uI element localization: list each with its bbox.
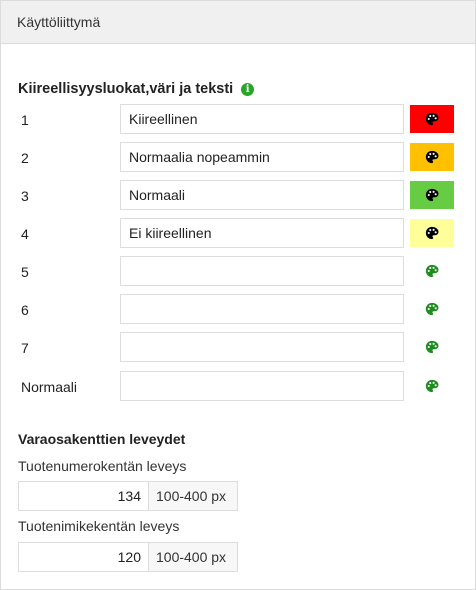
palette-svg xyxy=(425,188,439,202)
palette-icon xyxy=(425,340,439,354)
urgency-row-label: 3 xyxy=(21,188,29,204)
color-picker-button[interactable] xyxy=(410,333,454,361)
urgency-row: 2 xyxy=(1,142,475,174)
urgency-row: 1 xyxy=(1,104,475,136)
palette-icon xyxy=(425,264,439,278)
spare-fields-title: Varaosakenttien leveydet xyxy=(18,431,186,447)
urgency-row-label: 2 xyxy=(21,150,29,166)
urgency-row-label: 5 xyxy=(21,264,29,280)
urgency-row-label: 6 xyxy=(21,302,29,318)
urgency-text-input[interactable] xyxy=(120,332,404,362)
color-picker-button[interactable] xyxy=(410,181,454,209)
urgency-row: 4 xyxy=(1,218,475,250)
urgency-text-input[interactable] xyxy=(120,294,404,324)
palette-svg xyxy=(425,340,439,354)
urgency-text-input[interactable] xyxy=(120,256,404,286)
product-name-width-unit: 100-400 px xyxy=(149,542,238,572)
urgency-row-label: 4 xyxy=(21,226,29,242)
palette-icon xyxy=(425,112,439,126)
color-picker-button[interactable] xyxy=(410,219,454,247)
color-picker-button[interactable] xyxy=(410,295,454,323)
urgency-row: 7 xyxy=(1,332,475,364)
palette-svg xyxy=(425,112,439,126)
palette-icon xyxy=(425,188,439,202)
panel-title: Käyttöliittymä xyxy=(17,14,101,30)
urgency-text-input[interactable] xyxy=(120,371,404,401)
product-name-width-group: 100-400 px xyxy=(18,542,238,572)
palette-icon xyxy=(425,302,439,316)
urgency-section-title: Kiireellisyysluokat,väri ja teksti i xyxy=(18,81,255,97)
product-number-width-unit: 100-400 px xyxy=(149,481,238,511)
palette-svg xyxy=(425,150,439,164)
product-name-width-label: Tuotenimikekentän leveys xyxy=(18,518,180,534)
color-picker-button[interactable] xyxy=(410,105,454,133)
product-number-width-label: Tuotenumerokentän leveys xyxy=(18,458,187,474)
product-number-width-group: 100-400 px xyxy=(18,481,238,511)
urgency-row: 5 xyxy=(1,256,475,288)
palette-svg xyxy=(425,264,439,278)
color-picker-button[interactable] xyxy=(410,143,454,171)
urgency-text-input[interactable] xyxy=(120,104,404,134)
urgency-text-input[interactable] xyxy=(120,180,404,210)
urgency-row-label: 1 xyxy=(21,112,29,128)
panel-header: Käyttöliittymä xyxy=(1,1,475,44)
urgency-row: 3 xyxy=(1,180,475,212)
palette-svg xyxy=(425,302,439,316)
urgency-row: 6 xyxy=(1,294,475,326)
palette-svg xyxy=(425,226,439,240)
product-number-width-input[interactable] xyxy=(18,481,149,511)
palette-icon xyxy=(425,150,439,164)
settings-panel: Käyttöliittymä Kiireellisyysluokat,väri … xyxy=(0,0,476,590)
urgency-row-label: 7 xyxy=(21,340,29,356)
palette-icon xyxy=(425,379,439,393)
info-icon[interactable]: i xyxy=(241,82,255,96)
color-picker-button[interactable] xyxy=(410,372,454,400)
color-picker-button[interactable] xyxy=(410,257,454,285)
urgency-text-input[interactable] xyxy=(120,142,404,172)
palette-icon xyxy=(425,226,439,240)
urgency-row: Normaali xyxy=(1,371,475,403)
product-name-width-input[interactable] xyxy=(18,542,149,572)
urgency-row-label: Normaali xyxy=(21,379,78,395)
palette-svg xyxy=(425,379,439,393)
urgency-text-input[interactable] xyxy=(120,218,404,248)
urgency-title-text: Kiireellisyysluokat,väri ja teksti xyxy=(18,81,234,97)
